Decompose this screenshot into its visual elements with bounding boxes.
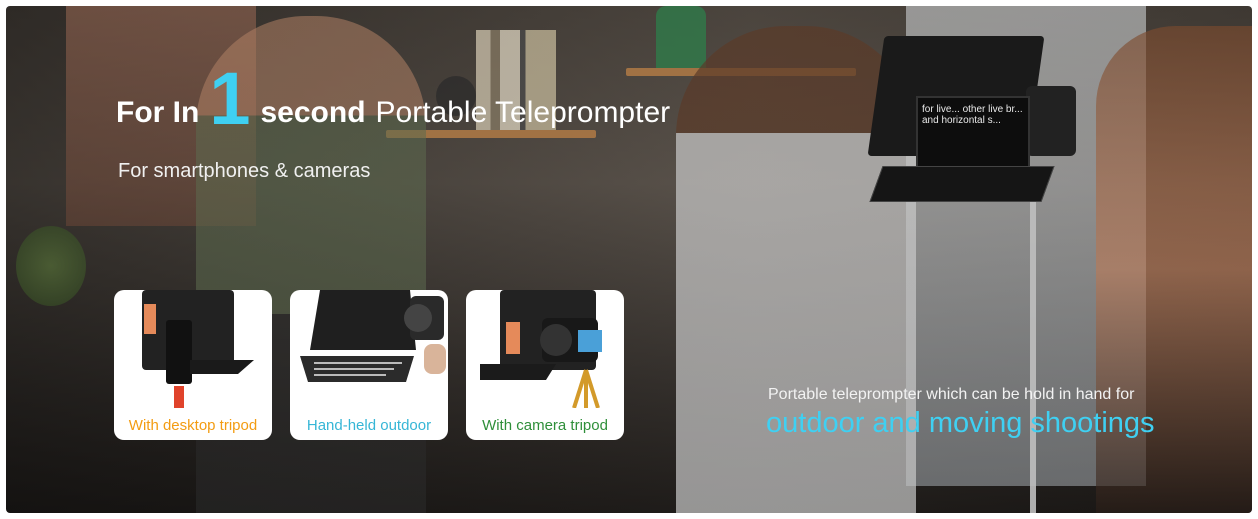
- feature-card-hand-held[interactable]: Hand-held outdoor: [290, 290, 448, 440]
- caption-large: outdoor and moving shootings: [766, 407, 1155, 439]
- hero-banner: for live... other live br... and horizon…: [6, 6, 1252, 513]
- teleprompter-screen-text: for live... other live br... and horizon…: [922, 104, 1023, 126]
- caption-small: Portable teleprompter which can be hold …: [768, 386, 1135, 403]
- hand-held-product-image: [300, 290, 446, 382]
- teleprompter-screen: for live... other live br... and horizon…: [916, 96, 1030, 170]
- card-label: Hand-held outdoor: [306, 417, 432, 434]
- headline-part2: second: [260, 96, 366, 129]
- headline-part1: For In: [116, 96, 200, 129]
- card-label: With desktop tripod: [128, 417, 258, 434]
- subheadline: For smartphones & cameras: [118, 160, 371, 182]
- desktop-tripod-product-image: [142, 290, 254, 408]
- feature-card-camera-tripod[interactable]: With camera tripod: [466, 290, 624, 440]
- headline-part3: Portable Teleprompter: [375, 96, 671, 129]
- camera-icon: [1026, 86, 1076, 156]
- feature-card-desktop-tripod[interactable]: With desktop tripod: [114, 290, 272, 440]
- tripod-stand: [1030, 186, 1036, 513]
- background-plant: [16, 226, 86, 306]
- background-cactus-lamp: [656, 6, 706, 68]
- headline: For In 1 second Portable Teleprompter: [116, 57, 671, 140]
- card-label: With camera tripod: [482, 417, 608, 434]
- camera-tripod-product-image: [480, 290, 602, 408]
- teleprompter-product-image: for live... other live br... and horizon…: [867, 36, 1076, 206]
- headline-number: 1: [209, 57, 251, 140]
- teleprompter-base: [869, 166, 1055, 202]
